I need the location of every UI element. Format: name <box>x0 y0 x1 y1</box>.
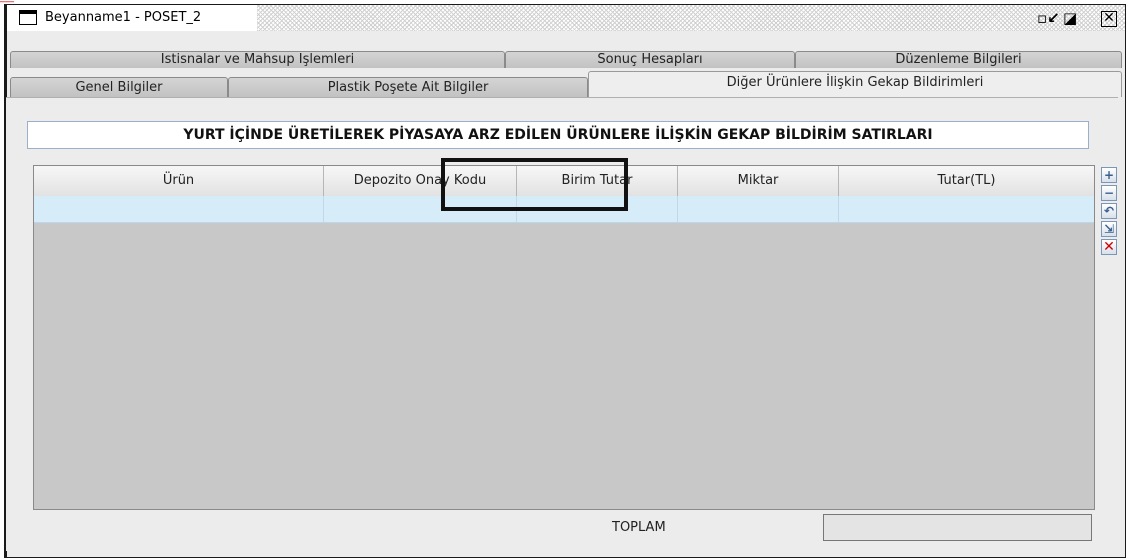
cell-urun[interactable] <box>34 196 324 222</box>
import-icon[interactable]: ⇲ <box>1101 221 1117 237</box>
title-bar[interactable]: Beyanname1 - POSET_2 ▫↙ ◪ ✕ <box>7 5 1125 31</box>
tab-plastik-posete[interactable]: Plastik Poşete Ait Bilgiler <box>228 77 588 97</box>
restore-icon[interactable]: ▫↙ <box>1037 9 1060 27</box>
maximize-icon[interactable]: ◪ <box>1063 9 1077 27</box>
highlight-annotation-box <box>441 158 628 211</box>
total-value-field <box>823 514 1092 541</box>
window-icon <box>19 10 37 25</box>
column-header-urun[interactable]: Ürün <box>34 166 324 196</box>
total-label: TOPLAM <box>612 520 666 535</box>
tab-sonuc-hesaplari[interactable]: Sonuç Hesapları <box>505 51 795 68</box>
delete-icon[interactable]: ✕ <box>1101 239 1117 255</box>
undo-icon[interactable]: ↶ <box>1101 203 1117 219</box>
section-title: YURT İÇİNDE ÜRETİLEREK PİYASAYA ARZ EDİL… <box>27 121 1089 149</box>
tab-istisnalar[interactable]: İstisnalar ve Mahsup İşlemleri <box>10 51 505 68</box>
tab-duzenleme-bilgileri[interactable]: Düzenleme Bilgileri <box>795 51 1122 68</box>
cell-tutar[interactable] <box>839 196 1094 222</box>
close-icon[interactable]: ✕ <box>1101 11 1117 27</box>
tabs-top-row: İstisnalar ve Mahsup İşlemleri Sonuç Hes… <box>10 51 1122 68</box>
row-toolbar: + − ↶ ⇲ ✕ <box>1101 167 1119 257</box>
gekap-table[interactable]: Ürün Depozito Onay Kodu Birim Tutar Mikt… <box>33 165 1095 510</box>
window-title: Beyanname1 - POSET_2 <box>45 10 202 25</box>
column-header-miktar[interactable]: Miktar <box>678 166 839 196</box>
tab-genel-bilgiler[interactable]: Genel Bilgiler <box>10 77 228 97</box>
remove-row-icon[interactable]: − <box>1101 185 1117 201</box>
add-row-icon[interactable]: + <box>1101 167 1117 183</box>
cell-miktar[interactable] <box>678 196 839 222</box>
column-header-tutar[interactable]: Tutar(TL) <box>839 166 1094 196</box>
tab-diger-urunler[interactable]: Diğer Ürünlere İlişkin Gekap Bildirimler… <box>588 71 1122 97</box>
tabs-bottom-row: Genel Bilgiler Plastik Poşete Ait Bilgil… <box>10 71 1122 97</box>
